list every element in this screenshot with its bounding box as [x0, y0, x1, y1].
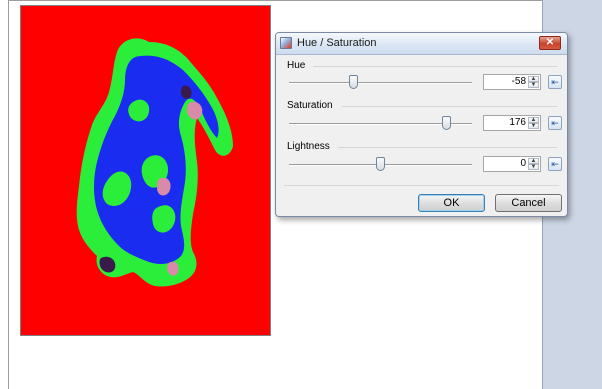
- cancel-button[interactable]: Cancel: [495, 194, 562, 212]
- hue-saturation-dialog: Hue / Saturation ✕ Hue -58 ▲ ▼ ⇤ Saturat…: [275, 32, 568, 217]
- lightness-label: Lightness: [287, 141, 330, 152]
- spin-down-icon[interactable]: ▼: [528, 82, 539, 88]
- spin-down-icon[interactable]: ▼: [528, 123, 539, 129]
- hue-slider-track[interactable]: [289, 82, 472, 84]
- hue-value-field[interactable]: -58 ▲ ▼: [483, 74, 541, 90]
- lightness-spinner[interactable]: ▲ ▼: [528, 158, 539, 170]
- saturation-label: Saturation: [287, 100, 333, 111]
- reset-icon: ⇤: [551, 118, 559, 128]
- close-button[interactable]: ✕: [539, 36, 561, 50]
- dog-silhouette-image: [21, 6, 270, 335]
- close-icon: ✕: [545, 37, 555, 48]
- reset-icon: ⇤: [551, 159, 559, 169]
- saturation-value: 176: [509, 117, 526, 128]
- spin-down-icon[interactable]: ▼: [528, 164, 539, 170]
- lightness-reset-button[interactable]: ⇤: [548, 157, 562, 171]
- saturation-slider-thumb[interactable]: [441, 116, 451, 130]
- saturation-group-line: [342, 106, 557, 107]
- edited-image: [20, 5, 271, 336]
- lightness-value-field[interactable]: 0 ▲ ▼: [483, 156, 541, 172]
- saturation-spinner[interactable]: ▲ ▼: [528, 117, 539, 129]
- hue-label: Hue: [287, 60, 306, 71]
- hue-group-line: [313, 66, 557, 67]
- dialog-titlebar[interactable]: Hue / Saturation ✕: [276, 33, 567, 55]
- hue-value: -58: [511, 76, 526, 87]
- hue-spinner[interactable]: ▲ ▼: [528, 76, 539, 88]
- button-separator: [284, 185, 559, 186]
- ok-button[interactable]: OK: [418, 194, 485, 212]
- saturation-reset-button[interactable]: ⇤: [548, 116, 562, 130]
- lightness-value: 0: [520, 158, 526, 169]
- lightness-group-line: [338, 147, 557, 148]
- saturation-value-field[interactable]: 176 ▲ ▼: [483, 115, 541, 131]
- hue-slider-thumb[interactable]: [348, 75, 358, 89]
- hue-reset-button[interactable]: ⇤: [548, 75, 562, 89]
- lightness-slider-thumb[interactable]: [376, 157, 385, 171]
- reset-icon: ⇤: [551, 77, 559, 87]
- hue-saturation-icon: [280, 37, 292, 49]
- dialog-title: Hue / Saturation: [297, 37, 377, 49]
